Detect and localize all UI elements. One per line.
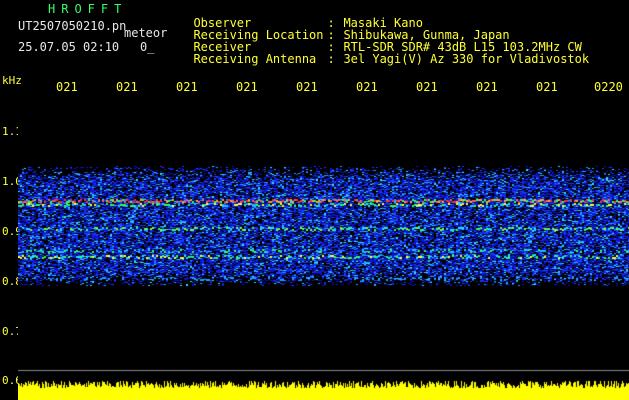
time-tick: 021 [56,80,78,94]
time-tick: 021 [236,80,258,94]
spectrogram [18,98,629,400]
time-tick: 021 [416,80,438,94]
time-tick: 021 [476,80,498,94]
meteor-counter: 0_ [140,40,155,54]
timestamp: 25.07.05 02:10 [18,40,120,54]
info-value: 3el Yagi(V) Az 330 for Vladivostok [343,52,590,66]
time-axis: 021 021 021 021 021 021 021 021 021 0220 [0,80,629,94]
time-tick: 021 [536,80,558,94]
time-tick: 021 [356,80,378,94]
time-tick: 0220 [594,80,623,94]
info-key: Receiving Antenna [193,52,317,66]
time-tick: 021 [296,80,318,94]
time-tick: 021 [116,80,138,94]
mode-label: meteor [124,26,168,40]
spectrogram-canvas [18,98,629,400]
time-tick: 021 [176,80,198,94]
file-name: UT2507050210.pn [18,19,127,33]
info-antenna: Receiving Antenna:3el Yagi(V) Az 330 for… [193,52,590,66]
app-brand: HROFFT [48,2,128,16]
